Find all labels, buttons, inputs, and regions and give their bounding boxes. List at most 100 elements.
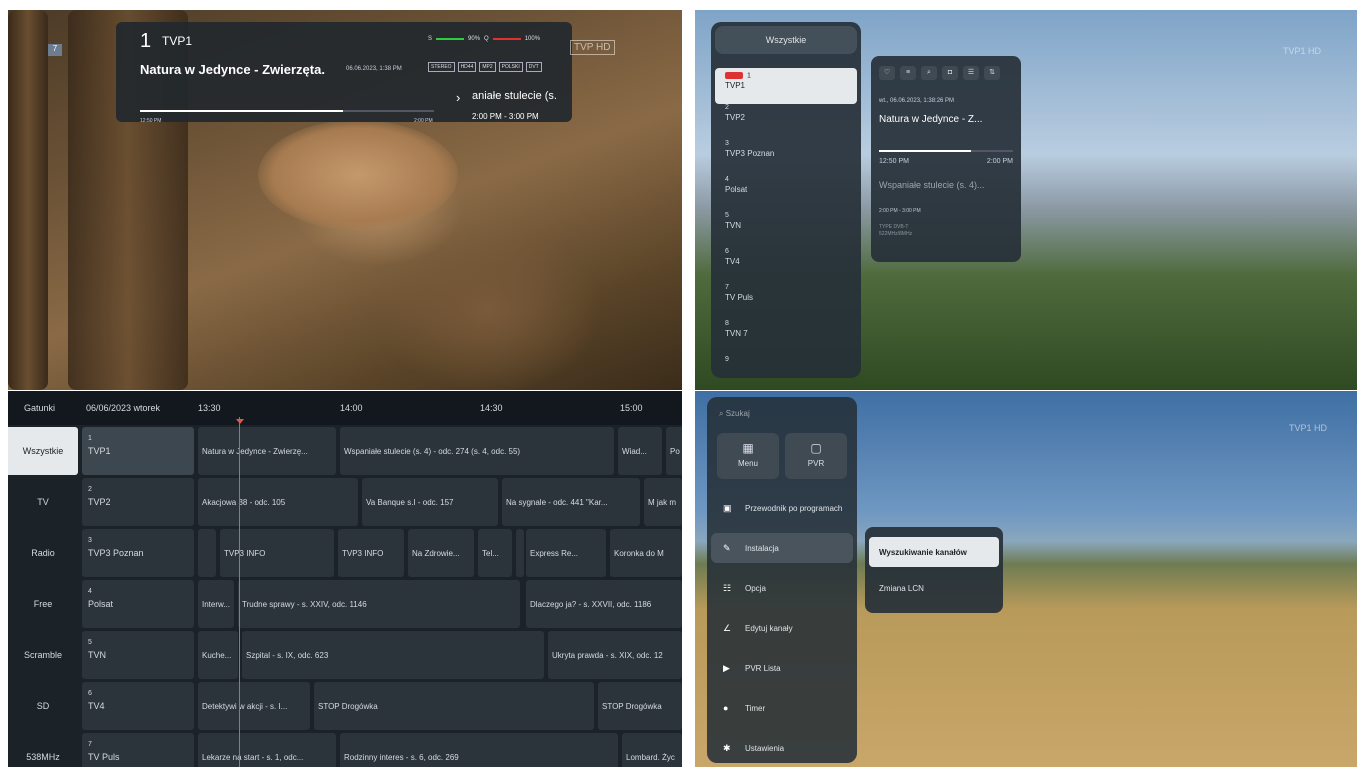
epg-program-cell[interactable]: Wspaniałe stulecie (s. 4) - odc. 274 (s.… [340, 427, 614, 475]
tuner-type: TYPE DVB-T [879, 224, 909, 230]
epg-program-cell[interactable]: STOP Drogówka [598, 682, 682, 730]
epg-program-cell[interactable]: Dlaczego ja? - s. XXVII, odc. 1186 [526, 580, 682, 628]
channel-list-header[interactable]: Wszystkie [715, 26, 857, 54]
channel-number-text: 1 [747, 72, 751, 80]
epg-program-cell[interactable]: STOP Drogówka [314, 682, 594, 730]
epg-program-cell[interactable] [516, 529, 524, 577]
category-tab[interactable]: Wszystkie [8, 427, 78, 475]
channel-list-item[interactable]: 7 TV Puls [725, 284, 753, 302]
epg-program-cell[interactable]: Wiad... [618, 427, 662, 475]
epg-program-cell[interactable]: Tel... [478, 529, 512, 577]
menu-item[interactable]: ☷ Opcja [711, 573, 853, 603]
live-tv-info-panel: 7 1 TVP1 S 90% Q 100% Natura w Jedynce -… [8, 10, 682, 390]
epg-channel-cell[interactable]: 4 Polsat [82, 580, 194, 628]
submenu-item[interactable]: Zmiana LCN [869, 573, 999, 603]
epg-program-cell[interactable] [198, 529, 216, 577]
epg-channel-cell[interactable]: 2 TVP2 [82, 478, 194, 526]
category-tab[interactable]: SD [8, 682, 78, 730]
epg-program-cell[interactable]: Rodzinny interes - s. 6, odc. 269 [340, 733, 618, 767]
search-input[interactable]: ⌕ Szukaj [711, 403, 853, 425]
epg-program-cell[interactable]: TVP3 INFO [220, 529, 334, 577]
channel-number: 1 [88, 435, 92, 442]
channel-logo: TVP HD [570, 40, 615, 55]
tuner-frequency: 522MHz/8MHz [879, 231, 913, 237]
menu-item[interactable]: ▣ Przewodnik po programach [711, 493, 853, 523]
epg-channel-cell[interactable]: 5 TVN [82, 631, 194, 679]
submenu-item[interactable]: Wyszukiwanie kanałów [869, 537, 999, 567]
genres-label[interactable]: Gatunki [24, 403, 55, 413]
channel-name: TVN [725, 221, 741, 230]
channel-name: TV4 [88, 701, 105, 711]
grid-icon: ▦ [742, 441, 754, 455]
epg-program-cell[interactable]: M jak m [644, 478, 682, 526]
category-tab[interactable]: Free [8, 580, 78, 628]
channel-number: 5 [725, 212, 741, 219]
menu-icon[interactable]: ☰ [963, 66, 979, 80]
lock-icon[interactable]: ◘ [942, 66, 958, 80]
program-progress [879, 150, 1013, 152]
channel-list-item[interactable]: 2 TVP2 [725, 104, 745, 122]
channel-number-text: 4 [725, 176, 729, 183]
chevron-right-icon[interactable]: › [456, 90, 460, 105]
channel-number: 7 [725, 284, 753, 291]
menu-item[interactable]: ✎ Instalacja [711, 533, 853, 563]
channel-list-item[interactable]: 4 Polsat [725, 176, 747, 194]
epg-program-cell[interactable]: Szpital - s. IX, odc. 623 [242, 631, 544, 679]
epg-channel-cell[interactable]: 1 TVP1 [82, 427, 194, 475]
epg-program-cell[interactable]: Na Zdrowie... [408, 529, 474, 577]
menu-item[interactable]: ✱ Ustawienia [711, 733, 853, 763]
epg-program-cell[interactable]: Ukryta prawda - s. XIX, odc. 12 [548, 631, 682, 679]
channel-number: 4 [88, 588, 92, 595]
menu-item-label: PVR Lista [745, 663, 781, 673]
epg-program-cell[interactable]: Interw... [198, 580, 234, 628]
sort-icon[interactable]: ⇅ [984, 66, 1000, 80]
favorite-icon[interactable]: ♡ [879, 66, 895, 80]
epg-program-cell[interactable]: Kuche... [198, 631, 238, 679]
channel-name: TVP1 [162, 34, 193, 48]
installation-submenu: Wyszukiwanie kanałów Zmiana LCN [865, 527, 1003, 613]
category-tab[interactable]: 538MHz [8, 733, 78, 767]
epg-program-cell[interactable]: Koronka do M [610, 529, 682, 577]
epg-program-cell[interactable]: Natura w Jedynce - Zwierzę... [198, 427, 336, 475]
epg-program-cell[interactable]: Detektywi w akcji - s. I... [198, 682, 310, 730]
epg-channel-cell[interactable]: 7 TV Puls [82, 733, 194, 767]
epg-channel-cell[interactable]: 6 TV4 [82, 682, 194, 730]
category-tab[interactable]: Scramble [8, 631, 78, 679]
channel-number-text: 2 [725, 104, 729, 111]
program-progress [140, 110, 434, 112]
signal-s-bar [436, 38, 465, 40]
epg-program-cell[interactable]: Va Banque s.I - odc. 157 [362, 478, 498, 526]
progress-start-time: 12:50 PM [140, 118, 162, 124]
epg-program-cell[interactable]: Trudne sprawy - s. XXIV, odc. 1146 [238, 580, 520, 628]
epg-program-cell[interactable]: TVP3 INFO [338, 529, 404, 577]
epg-program-cell[interactable]: Lombard. Życ [622, 733, 682, 767]
channel-list-item[interactable]: 3 TVP3 Poznan [725, 140, 774, 158]
menu-item[interactable]: ▶ PVR Lista [711, 653, 853, 683]
epg-program-cell[interactable]: Na sygnale - odc. 441 "Kar... [502, 478, 640, 526]
category-tab[interactable]: Radio [8, 529, 78, 577]
channel-name: TVP3 Poznan [88, 548, 144, 558]
search-icon[interactable]: ⌕ [921, 66, 937, 80]
epg-program-cell[interactable]: Po [666, 427, 682, 475]
channel-list-item[interactable]: 5 TVN [725, 212, 741, 230]
menu-item[interactable]: ∠ Edytuj kanały [711, 613, 853, 643]
channel-list-item[interactable]: 9 [725, 356, 729, 365]
menu-item-label: Timer [745, 703, 766, 713]
menu-item-label: Przewodnik po programach [745, 503, 843, 513]
channel-number: 9 [725, 356, 729, 363]
channel-list-item[interactable]: 6 TV4 [725, 248, 740, 266]
channel-list-item[interactable]: 1 TVP1 [715, 68, 857, 104]
pvr-tile[interactable]: ▢ PVR [785, 433, 847, 479]
epg-program-cell[interactable]: Lekarze na start - s. 1, odc... [198, 733, 336, 767]
pvr-tile-label: PVR [807, 459, 825, 468]
epg-program-cell[interactable]: Akacjowa 38 - odc. 105 [198, 478, 358, 526]
epg-program-cell[interactable]: Express Re... [526, 529, 606, 577]
channel-list-item[interactable]: 8 TVN 7 [725, 320, 748, 338]
epg-channel-cell[interactable]: 3 TVP3 Poznan [82, 529, 194, 577]
channel-logo: TVP1 HD [1288, 423, 1327, 433]
menu-item[interactable]: ● Timer [711, 693, 853, 723]
category-tab[interactable]: TV [8, 478, 78, 526]
menu-tile[interactable]: ▦ Menu [717, 433, 779, 479]
current-time-line [239, 417, 240, 767]
list-icon[interactable]: ≡ [900, 66, 916, 80]
